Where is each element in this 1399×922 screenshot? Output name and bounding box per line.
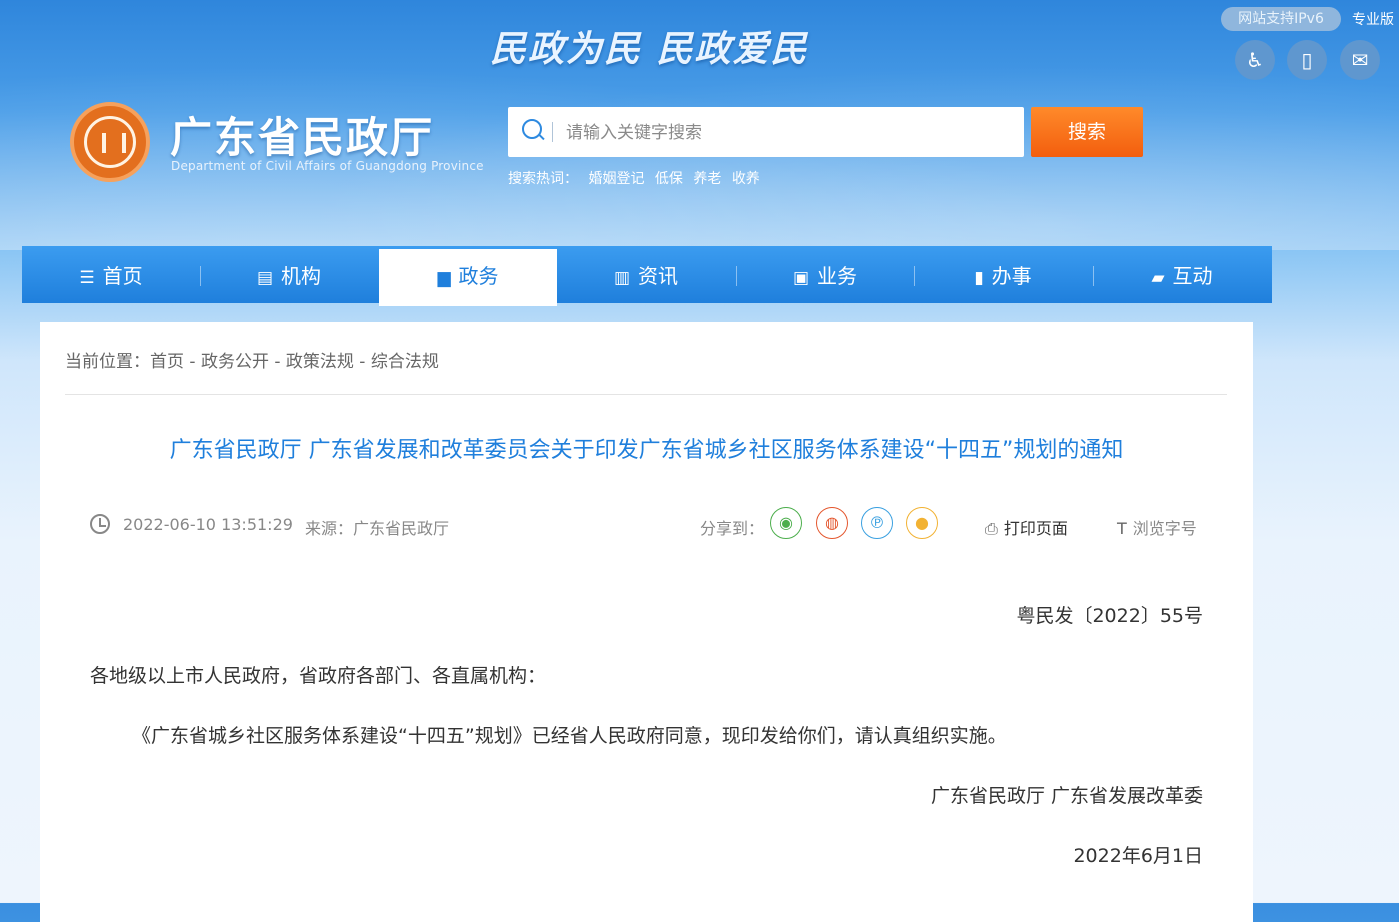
hot-word[interactable]: 养老 [693, 171, 721, 187]
article-source: 来源：广东省民政厅 [305, 519, 450, 538]
breadcrumb-separator: - [353, 352, 371, 372]
ipv6-badge: 网站支持IPv6 [1221, 7, 1341, 31]
breadcrumb-separator: - [268, 352, 286, 372]
font-size-icon: T [1117, 519, 1127, 538]
breadcrumb-item[interactable]: 综合法规 [371, 352, 439, 372]
clipboard-icon: ▮ [974, 268, 984, 288]
print-button[interactable]: ⎙ 打印页面 [985, 515, 1068, 539]
briefcase-icon: ▣ [792, 268, 810, 288]
signature: 广东省民政厅 广东省发展改革委 [930, 785, 1203, 807]
publish-datetime: 2022-06-10 13:51:29 [123, 515, 293, 534]
hot-word[interactable]: 收养 [732, 171, 760, 187]
hot-words: 搜索热词： 婚姻登记 低保 养老 收养 [508, 168, 766, 188]
search-input[interactable] [564, 115, 1008, 151]
search-button[interactable]: 搜索 [1031, 107, 1143, 157]
document-number: 粤民发〔2022〕55号 [1016, 605, 1203, 627]
wechat-icon[interactable]: ◉ [770, 507, 802, 539]
nav-item-home[interactable]: ☰ 首页 [22, 246, 200, 303]
list-icon: ☰ [79, 268, 95, 288]
hot-word[interactable]: 低保 [655, 171, 683, 187]
breadcrumb-item[interactable]: 首页 [150, 352, 184, 372]
breadcrumb-label: 当前位置： [65, 352, 150, 372]
qq-icon[interactable]: ● [906, 507, 938, 539]
nav-item-interaction[interactable]: ▰ 互动 [1093, 246, 1271, 303]
article-title: 广东省民政厅 广东省发展和改革委员会关于印发广东省城乡社区服务体系建设“十四五”… [169, 438, 1124, 463]
book-icon: ▆ [437, 268, 451, 288]
news-icon: ▥ [613, 268, 631, 288]
document-icon: ▤ [256, 268, 274, 288]
slogan: 民政为民 民政爱民 [490, 29, 809, 70]
chat-icon: ▰ [1151, 268, 1165, 288]
nav-item-services[interactable]: ▮ 办事 [914, 246, 1092, 303]
mail-icon[interactable]: ✉ [1340, 40, 1380, 80]
salutation: 各地级以上市人民政府，省政府各部门、各直属机构： [90, 665, 547, 687]
search-box [508, 107, 1024, 157]
site-logo[interactable] [70, 102, 150, 182]
weibo-icon[interactable]: ◍ [816, 507, 848, 539]
clock-icon [90, 514, 110, 534]
nav-item-organization[interactable]: ▤ 机构 [200, 246, 378, 303]
site-subtitle: Department of Civil Affairs of Guangdong… [171, 159, 484, 173]
nav-item-news[interactable]: ▥ 资讯 [557, 246, 735, 303]
search-icon [522, 119, 542, 139]
printer-icon: ⎙ [985, 519, 998, 538]
search-divider [552, 122, 553, 142]
breadcrumb-separator: - [184, 352, 201, 372]
site-title[interactable]: 广东省民政厅 [170, 104, 434, 165]
breadcrumb-item[interactable]: 政务公开 [201, 352, 269, 372]
article-panel: 当前位置：首页 - 政务公开 - 政策法规 - 综合法规 广东省民政厅 广东省发… [40, 322, 1253, 922]
pro-version-link[interactable]: 专业版 [1352, 9, 1394, 29]
font-size-button[interactable]: T 浏览字号 [1117, 515, 1197, 539]
nav-item-government[interactable]: ▆ 政务 [379, 249, 557, 306]
mobile-icon[interactable]: ▯ [1287, 40, 1327, 80]
nav-item-business[interactable]: ▣ 业务 [736, 246, 914, 303]
hot-word[interactable]: 婚姻登记 [588, 171, 644, 187]
body-paragraph: 《广东省城乡社区服务体系建设“十四五”规划》已经省人民政府同意，现印发给你们，请… [132, 725, 1007, 747]
divider [65, 394, 1227, 395]
issue-date: 2022年6月1日 [1073, 845, 1203, 867]
pinterest-icon[interactable]: ℗ [861, 507, 893, 539]
share-label: 分享到： [700, 519, 765, 538]
hot-words-label: 搜索热词： [508, 171, 578, 187]
breadcrumb-item[interactable]: 政策法规 [286, 352, 354, 372]
main-nav: ☰ 首页 ▤ 机构 ▆ 政务 ▥ 资讯 ▣ 业务 ▮ 办事 ▰ 互动 [22, 246, 1272, 306]
breadcrumb: 当前位置：首页 - 政务公开 - 政策法规 - 综合法规 [65, 347, 439, 372]
accessibility-icon[interactable]: ♿ [1235, 40, 1275, 80]
